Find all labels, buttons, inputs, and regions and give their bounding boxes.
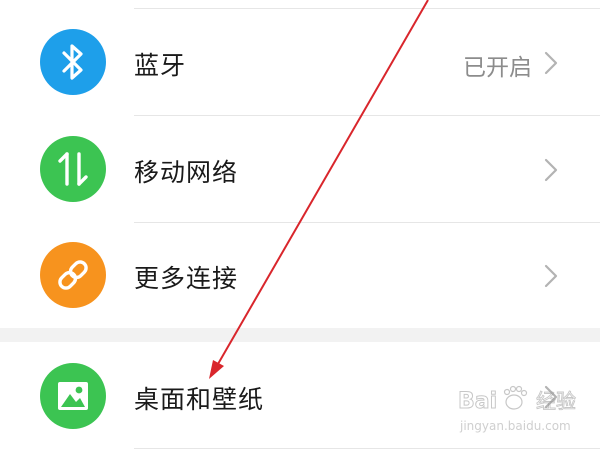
section-separator	[0, 328, 600, 342]
settings-item-label: 更多连接	[134, 264, 239, 293]
svg-text:jingyan.baidu.com: jingyan.baidu.com	[459, 419, 571, 433]
settings-item-label: 桌面和壁纸	[134, 385, 265, 414]
settings-item-label: 移动网络	[134, 158, 239, 187]
mobile-data-arrows-icon	[40, 136, 106, 202]
settings-item-more-connections[interactable]: 更多连接	[0, 223, 600, 329]
settings-item-bluetooth[interactable]: 蓝牙 已开启	[0, 9, 600, 115]
divider	[134, 448, 600, 449]
chevron-right-icon	[544, 51, 558, 75]
bluetooth-icon	[40, 29, 106, 95]
settings-screen: 蓝牙 已开启 移动网络 更多连接 桌面和壁纸 Bai 经验 jingyan.ba…	[0, 0, 600, 450]
settings-item-mobile-network[interactable]: 移动网络	[0, 116, 600, 222]
baidu-watermark-logo: Bai 经验 jingyan.baidu.com	[458, 385, 576, 433]
svg-text:Bai: Bai	[458, 389, 497, 414]
svg-text:经验: 经验	[536, 389, 576, 413]
wallpaper-image-icon	[40, 363, 106, 429]
chevron-right-icon	[544, 264, 558, 288]
chevron-right-icon	[544, 158, 558, 182]
link-chain-icon	[40, 242, 106, 308]
settings-item-label: 蓝牙	[134, 51, 187, 80]
bluetooth-status: 已开启	[463, 55, 532, 81]
